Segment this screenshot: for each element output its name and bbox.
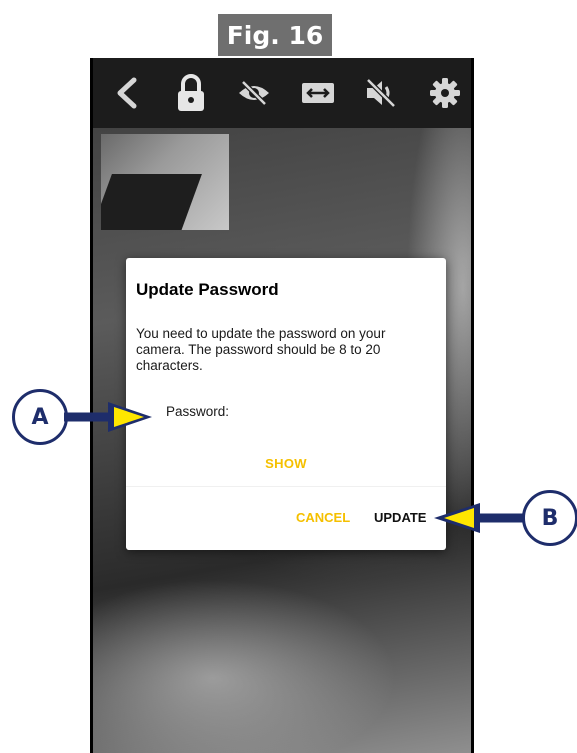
dialog-title: Update Password <box>136 280 279 299</box>
callout-a-letter: A <box>31 404 49 430</box>
gear-icon[interactable] <box>425 73 465 113</box>
password-field[interactable]: Password: <box>166 404 229 419</box>
cancel-button[interactable]: CANCEL <box>296 510 350 525</box>
dialog-divider <box>126 486 446 487</box>
update-button[interactable]: UPDATE <box>374 510 426 525</box>
update-password-dialog: Update Password You need to update the p… <box>126 258 446 550</box>
dialog-message: You need to update the password on your … <box>136 326 386 373</box>
camera-toolbar <box>93 58 471 128</box>
mute-icon[interactable] <box>361 73 401 113</box>
resize-icon[interactable] <box>298 73 338 113</box>
callout-b-arrow <box>434 503 524 533</box>
callout-b: B <box>522 490 577 546</box>
callout-b-letter: B <box>541 505 559 531</box>
camera-thumbnail[interactable] <box>101 134 229 230</box>
back-icon[interactable] <box>107 73 147 113</box>
show-password-button[interactable]: SHOW <box>126 456 446 471</box>
callout-a: A <box>12 389 68 445</box>
lock-icon[interactable] <box>171 73 211 113</box>
eye-off-icon[interactable] <box>234 73 274 113</box>
thumbnail-scene <box>101 174 202 230</box>
figure-label: Fig. 16 <box>216 12 334 58</box>
callout-a-arrow <box>64 402 152 432</box>
